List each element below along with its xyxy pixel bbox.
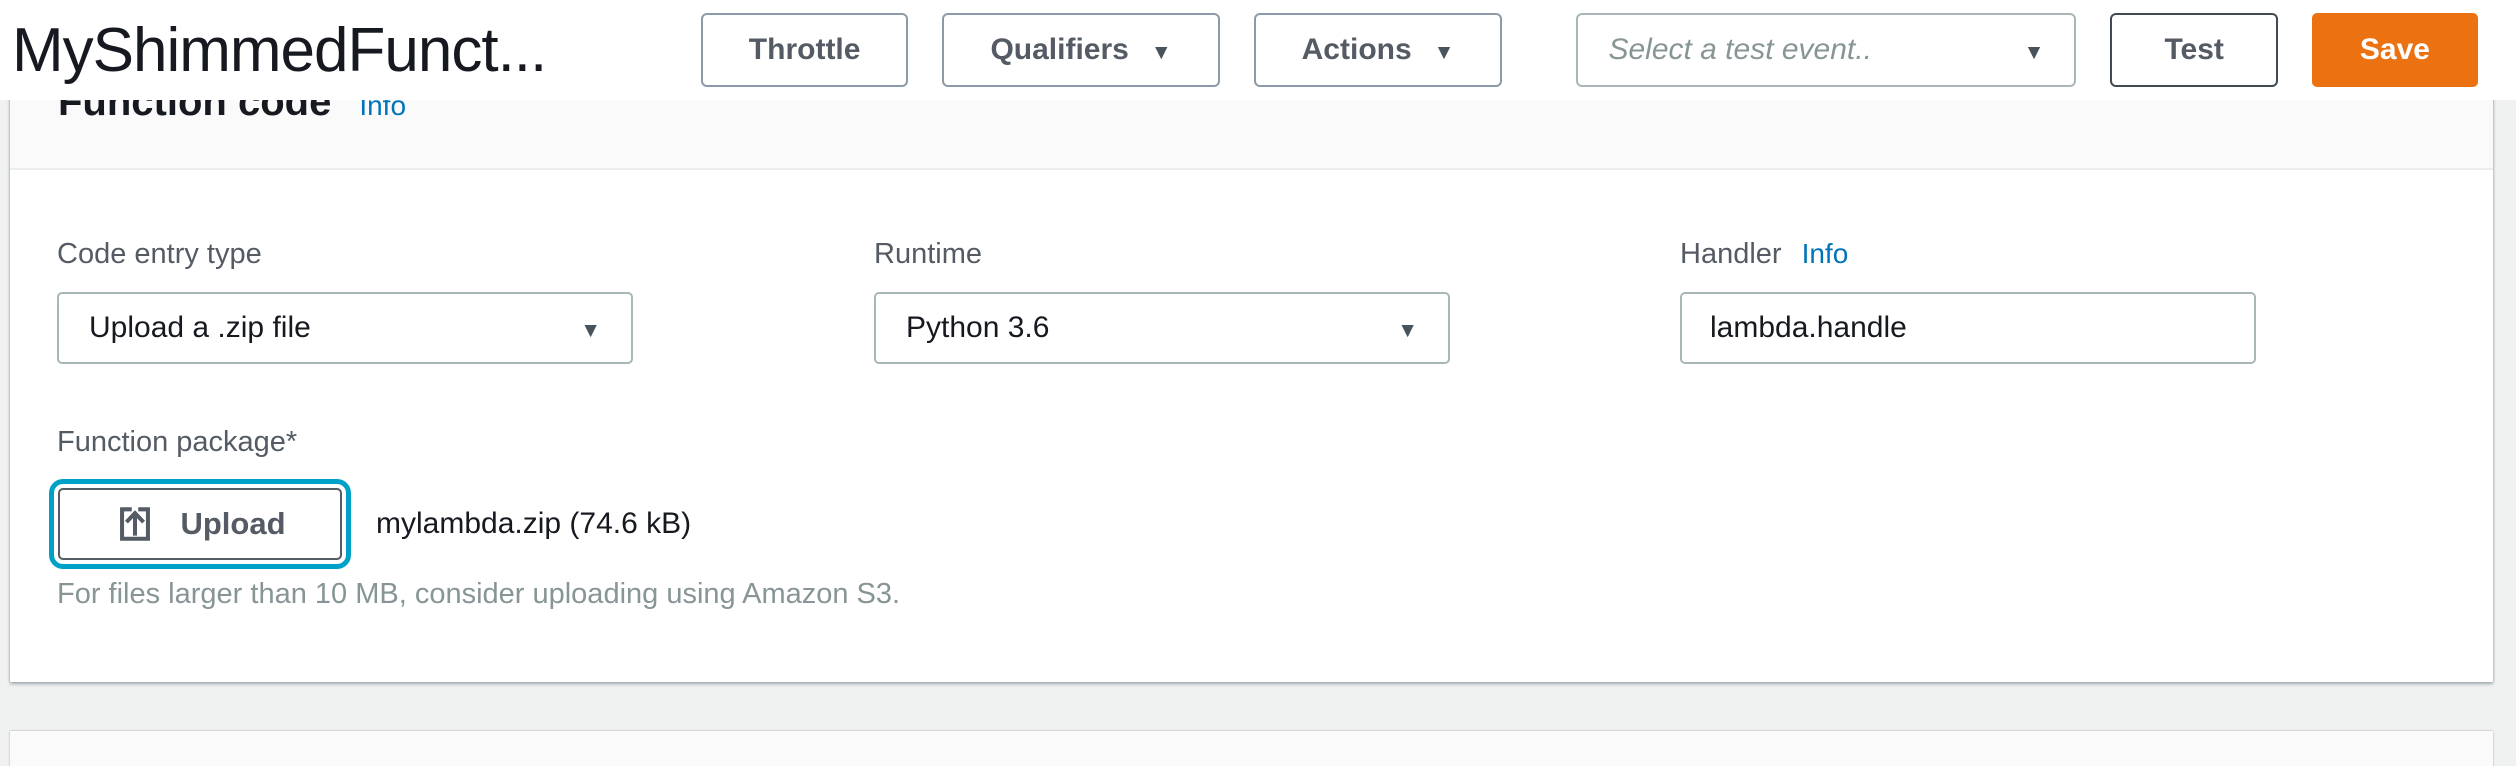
- chevron-down-icon: ▼: [1434, 42, 1455, 63]
- chevron-down-icon: ▼: [580, 320, 601, 341]
- upload-icon: [114, 503, 156, 545]
- function-header-bar: MyShimmedFunct... Throttle Qualifiers ▼ …: [0, 0, 2516, 100]
- qualifiers-button-label: Qualifiers: [990, 33, 1128, 67]
- next-section-card: [10, 731, 2493, 766]
- upload-button-label: Upload: [180, 506, 285, 542]
- function-package-label: Function package*: [57, 426, 297, 459]
- chevron-down-icon: ▼: [1151, 42, 1172, 63]
- runtime-select[interactable]: Python 3.6 ▼: [874, 292, 1450, 364]
- runtime-label: Runtime: [874, 238, 982, 271]
- handler-label: Handler Info: [1680, 238, 1848, 271]
- throttle-button-label: Throttle: [749, 33, 861, 67]
- code-entry-type-value: Upload a .zip file: [89, 311, 311, 345]
- chevron-down-icon: ▼: [2024, 42, 2045, 63]
- function-code-card-body: Code entry type Runtime Handler Info Upl…: [10, 170, 2493, 680]
- throttle-button[interactable]: Throttle: [701, 13, 909, 87]
- code-entry-type-label: Code entry type: [57, 238, 262, 271]
- upload-row: Upload mylambda.zip (74.6 kB): [58, 488, 691, 560]
- upload-button[interactable]: Upload: [58, 488, 342, 560]
- handler-info-link[interactable]: Info: [1802, 238, 1849, 270]
- code-entry-type-select[interactable]: Upload a .zip file ▼: [57, 292, 633, 364]
- function-code-card: Function code Info Code entry type Runti…: [10, 30, 2493, 682]
- runtime-value: Python 3.6: [906, 311, 1049, 345]
- uploaded-file-info: mylambda.zip (74.6 kB): [376, 507, 691, 541]
- actions-button[interactable]: Actions ▼: [1254, 13, 1503, 87]
- test-event-select[interactable]: Select a test event.. ▼: [1576, 13, 2076, 87]
- chevron-down-icon: ▼: [1397, 320, 1418, 341]
- test-button-label: Test: [2164, 33, 2223, 67]
- test-event-placeholder: Select a test event..: [1608, 33, 1871, 67]
- test-button[interactable]: Test: [2110, 13, 2277, 87]
- function-name-title: MyShimmedFunct...: [12, 15, 667, 86]
- handler-input[interactable]: [1680, 292, 2256, 364]
- save-button[interactable]: Save: [2312, 13, 2478, 87]
- actions-button-label: Actions: [1302, 33, 1412, 67]
- save-button-label: Save: [2360, 33, 2430, 67]
- handler-label-text: Handler: [1680, 238, 1782, 271]
- upload-helper-text: For files larger than 10 MB, consider up…: [57, 578, 900, 611]
- qualifiers-button[interactable]: Qualifiers ▼: [942, 13, 1219, 87]
